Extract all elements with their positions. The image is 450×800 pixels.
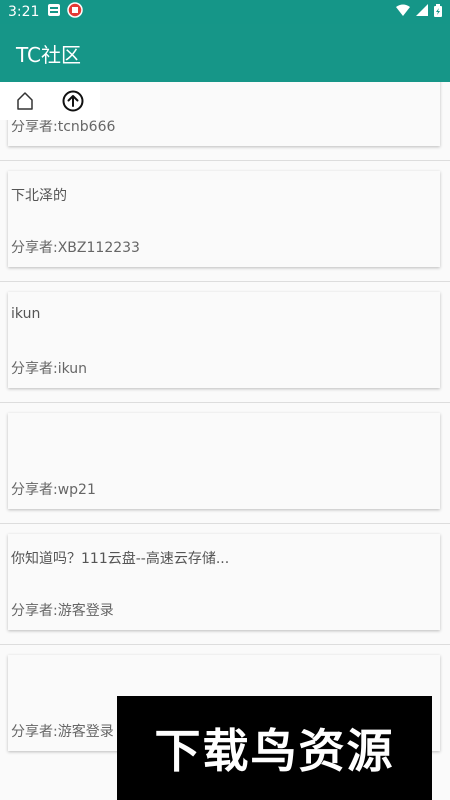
notification-app-icon: [47, 3, 61, 21]
share-title: 你知道吗？111云盘--高速云存储...: [11, 551, 230, 567]
status-time: 3:21: [8, 4, 40, 20]
share-author: 分享者:游客登录: [11, 724, 114, 740]
list-item[interactable]: ikun 分享者:ikun: [0, 282, 450, 403]
share-card[interactable]: 分享者:wp21: [8, 413, 440, 509]
content-area[interactable]: 分享者:tcnb666 下北泽的 分享者:XBZ112233 ikun 分享者:…: [0, 82, 450, 800]
list-item[interactable]: 你知道吗？111云盘--高速云存储... 分享者:游客登录: [0, 524, 450, 645]
notification-badge-icon: [67, 2, 84, 22]
list-item[interactable]: 分享者:wp21: [0, 403, 450, 524]
watermark-banner: 下载鸟资源: [117, 696, 432, 800]
signal-icon: [416, 4, 428, 20]
share-author: 分享者:ikun: [11, 361, 88, 377]
battery-icon: [434, 3, 442, 21]
share-card[interactable]: 下北泽的 分享者:XBZ112233: [8, 171, 440, 267]
app-title: TC社区: [16, 42, 82, 67]
share-author: 分享者:wp21: [11, 482, 96, 498]
wifi-icon: [396, 4, 410, 20]
list-item[interactable]: 下北泽的 分享者:XBZ112233: [0, 161, 450, 282]
share-author: 分享者:游客登录: [11, 603, 114, 619]
action-toolbar: [0, 82, 100, 120]
share-title: 下北泽的: [11, 188, 67, 204]
share-card[interactable]: ikun 分享者:ikun: [8, 292, 440, 388]
share-title: ikun: [11, 306, 41, 322]
home-icon: [17, 92, 33, 110]
share-card[interactable]: 你知道吗？111云盘--高速云存储... 分享者:游客登录: [8, 534, 440, 630]
upload-arrow-icon: [62, 90, 84, 112]
app-bar: TC社区: [0, 24, 450, 82]
upload-button[interactable]: [62, 90, 84, 112]
home-button[interactable]: [14, 90, 36, 112]
status-bar: 3:21: [0, 0, 450, 24]
share-author: 分享者:XBZ112233: [11, 240, 140, 256]
